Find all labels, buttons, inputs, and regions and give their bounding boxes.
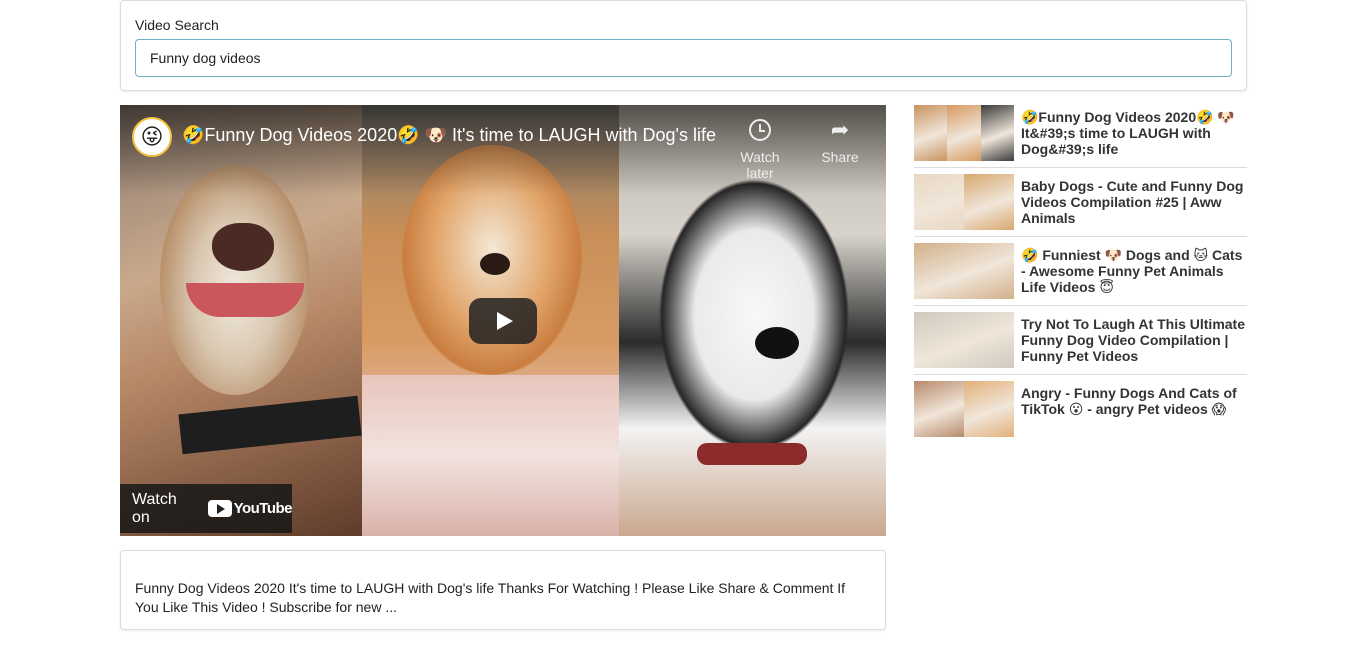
thumbnail-part <box>947 105 981 161</box>
towel-image <box>362 375 619 536</box>
video-title[interactable]: 🤣 Funniest 🐶 Dogs and 🐱 Cats - Awesome F… <box>1021 247 1247 295</box>
dog-collar-image <box>178 395 362 455</box>
watch-later-label: Watch later <box>740 149 780 181</box>
youtube-wordmark: YouTube <box>233 500 293 517</box>
player-title[interactable]: 🤣Funny Dog Videos 2020🤣 🐶 It's time to L… <box>182 125 742 146</box>
thumbnail-part <box>981 105 1014 161</box>
video-thumbnail[interactable] <box>914 243 1014 299</box>
watch-on-youtube-button[interactable]: Watch on YouTube <box>120 484 293 533</box>
youtube-logo: YouTube <box>207 500 293 517</box>
play-button[interactable] <box>469 298 537 344</box>
thumbnail-part <box>914 174 964 230</box>
watch-on-label: Watch on <box>132 490 177 526</box>
video-title[interactable]: Try Not To Laugh At This Ultimate Funny … <box>1021 316 1247 364</box>
list-item[interactable]: Angry - Funny Dogs And Cats of TikTok 😮 … <box>914 375 1247 444</box>
youtube-play-icon <box>207 500 232 517</box>
channel-avatar[interactable]: 😜 <box>132 117 172 157</box>
list-item[interactable]: 🤣 Funniest 🐶 Dogs and 🐱 Cats - Awesome F… <box>914 237 1247 306</box>
dog-nose-image <box>480 253 510 275</box>
thumbnail-part <box>914 243 1014 299</box>
dog-mouth-image <box>186 283 304 317</box>
clock-icon <box>749 119 771 141</box>
thumbnail-part <box>964 174 1014 230</box>
watch-later-button[interactable]: Watch later <box>725 117 795 181</box>
search-input[interactable] <box>135 39 1232 77</box>
video-title[interactable]: Angry - Funny Dogs And Cats of TikTok 😮 … <box>1021 385 1247 417</box>
thumbnail-part <box>914 312 1014 368</box>
thumbnail-part <box>914 105 947 161</box>
dog-face-image <box>649 165 859 465</box>
video-thumbnail[interactable] <box>914 105 1014 161</box>
share-button[interactable]: ➦ Share <box>805 117 875 165</box>
video-list: 🤣Funny Dog Videos 2020🤣 🐶 It&#39;s time … <box>914 105 1247 444</box>
dog-nose-image <box>755 327 799 359</box>
video-thumbnail[interactable] <box>914 174 1014 230</box>
list-item[interactable]: Try Not To Laugh At This Ultimate Funny … <box>914 306 1247 375</box>
search-card: Video Search <box>120 0 1247 91</box>
video-thumbnail[interactable] <box>914 312 1014 368</box>
dog-face-image <box>160 165 310 395</box>
video-description: Funny Dog Videos 2020 It's time to LAUGH… <box>120 550 886 630</box>
thumbnail-part <box>964 381 1014 437</box>
share-label: Share <box>821 149 859 165</box>
search-label: Video Search <box>135 17 219 33</box>
video-title[interactable]: 🤣Funny Dog Videos 2020🤣 🐶 It&#39;s time … <box>1021 109 1247 157</box>
list-item[interactable]: 🤣Funny Dog Videos 2020🤣 🐶 It&#39;s time … <box>914 105 1247 168</box>
thumbnail-part <box>914 381 964 437</box>
video-thumbnail[interactable] <box>914 381 1014 437</box>
share-arrow-icon: ➦ <box>830 117 850 142</box>
dog-collar-image <box>697 443 807 465</box>
dog-nose-image <box>212 223 274 271</box>
list-item[interactable]: Baby Dogs - Cute and Funny Dog Videos Co… <box>914 168 1247 237</box>
video-player[interactable]: 😜 🤣Funny Dog Videos 2020🤣 🐶 It's time to… <box>120 105 886 536</box>
video-title[interactable]: Baby Dogs - Cute and Funny Dog Videos Co… <box>1021 178 1247 226</box>
description-text: Funny Dog Videos 2020 It's time to LAUGH… <box>135 580 846 615</box>
